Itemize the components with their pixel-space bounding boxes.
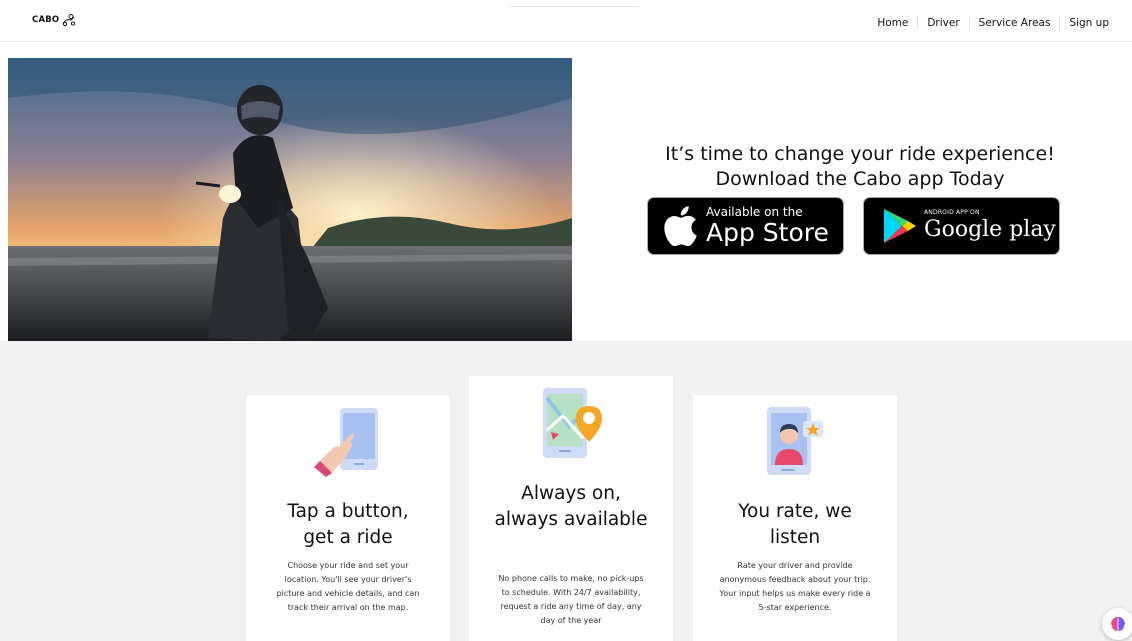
feature-title-line2: always available: [494, 509, 648, 530]
feature-desc-line: request a ride any time of day, any: [500, 602, 642, 611]
apple-icon: [664, 206, 697, 246]
google-play-small-text: ANDROID APP ON: [924, 209, 980, 216]
hero-headline-line2: Download the Cabo app Today: [715, 168, 1005, 190]
feature-desc-line: picture and vehicle details, and can: [276, 589, 420, 598]
feature-title-line2: get a ride: [303, 527, 393, 548]
feature-desc-line: No phone calls to make, no pick-ups: [498, 574, 644, 583]
hero-headline: It’s time to change your ride experience…: [598, 142, 1122, 192]
brain-icon: [1111, 617, 1125, 631]
feature-card-rate: You rate, we listen Rate your driver and…: [693, 395, 897, 641]
site-header: CABO Home Driver Service Areas Sign up: [0, 0, 1132, 42]
google-play-icon: [884, 209, 916, 243]
assistant-button[interactable]: [1102, 608, 1132, 640]
logo-text: CABO: [32, 15, 60, 25]
feature-desc-line: track their arrival on the map.: [287, 603, 409, 612]
google-play-button[interactable]: ANDROID APP ON Google play: [863, 197, 1060, 255]
feature-title-line1: Always on,: [521, 483, 621, 504]
hero-headline-line1: It’s time to change your ride experience…: [665, 143, 1055, 165]
scooter-logo-icon: [62, 14, 76, 26]
feature-title-line1: You rate, we: [738, 501, 852, 522]
feature-desc-line: Choose your ride and set your: [287, 561, 409, 570]
feature-desc-line: anonymous feedback about your trip.: [719, 575, 871, 584]
site-logo[interactable]: CABO: [32, 14, 76, 26]
app-store-button[interactable]: Available on the App Store: [647, 197, 844, 255]
app-store-small-text: Available on the: [706, 205, 803, 219]
main-nav: Home Driver Service Areas Sign up: [868, 16, 1118, 30]
feature-title-line1: Tap a button,: [287, 501, 409, 522]
phone-tap-icon: [314, 408, 378, 477]
hero-image: [8, 58, 572, 341]
nav-driver[interactable]: Driver: [917, 16, 968, 30]
nav-sign-up[interactable]: Sign up: [1059, 16, 1118, 30]
nav-service-areas[interactable]: Service Areas: [968, 16, 1060, 30]
nav-home[interactable]: Home: [868, 16, 917, 30]
google-play-big-text: Google play: [924, 217, 1056, 242]
feature-desc-line: Your input helps us make every ride a: [719, 589, 871, 598]
feature-desc-line: 5-star experience.: [758, 603, 832, 612]
feature-title-line2: listen: [769, 527, 821, 548]
header-divider: [508, 6, 638, 7]
feature-card-available: Always on, always available No phone cal…: [469, 376, 673, 641]
driver-rating-icon: [767, 407, 823, 475]
feature-card-tap: Tap a button, get a ride Choose your rid…: [246, 395, 450, 641]
feature-desc-line: to schedule. With 24/7 availability,: [501, 588, 641, 597]
feature-desc-line: day of the year: [540, 616, 602, 625]
feature-desc-line: Rate your driver and provide: [737, 561, 853, 570]
map-location-icon: [543, 388, 602, 458]
feature-desc-line: location. You'll see your driver's: [284, 575, 412, 584]
app-store-big-text: App Store: [706, 218, 829, 247]
